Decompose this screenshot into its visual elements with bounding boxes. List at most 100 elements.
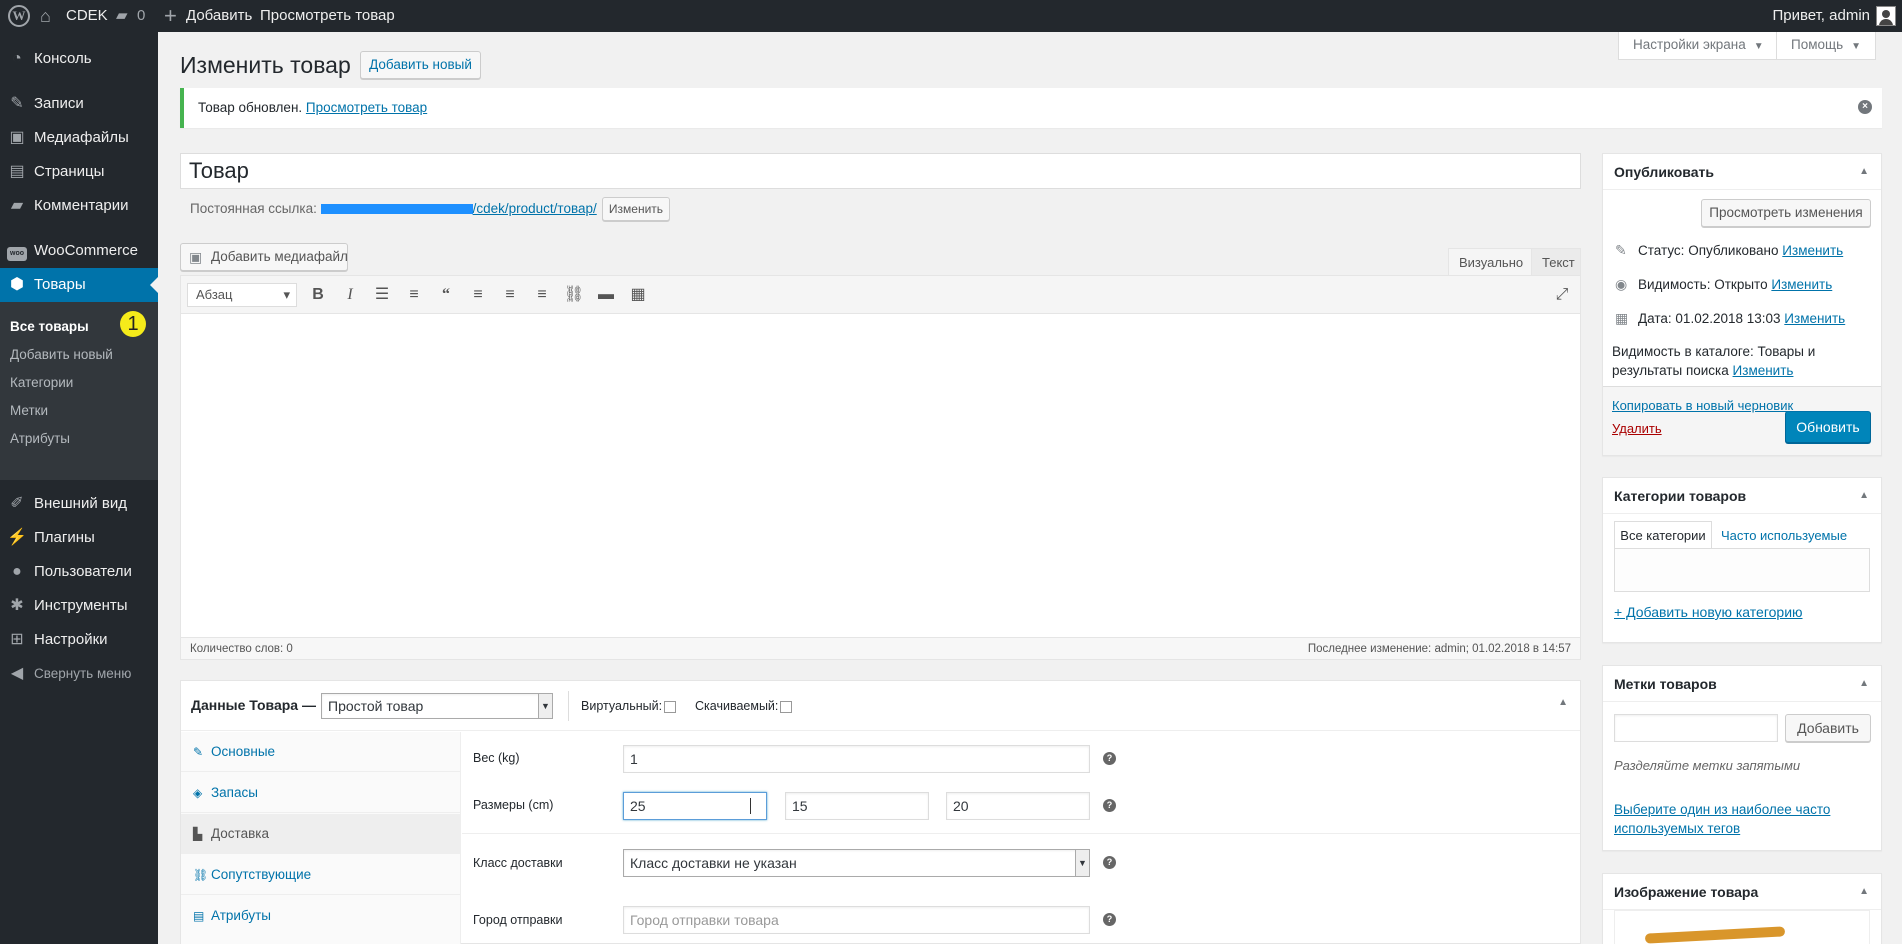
- sidebar-item-users[interactable]: ● Пользователи: [0, 555, 158, 589]
- submenu-categories[interactable]: Категории: [10, 375, 73, 390]
- tab-general[interactable]: ✎ Основные: [181, 732, 461, 772]
- collapse-toggle-icon[interactable]: ▲: [1859, 666, 1869, 702]
- toolbar-toggle-icon[interactable]: ▦: [627, 284, 649, 306]
- height-input[interactable]: 20: [946, 792, 1090, 820]
- choose-tags-link[interactable]: Выберите один из наиболее часто: [1614, 802, 1830, 817]
- collapse-toggle-icon[interactable]: ▲: [1859, 154, 1869, 190]
- user-greeting[interactable]: Привет, admin: [1772, 0, 1870, 32]
- tab-text[interactable]: Текст: [1531, 248, 1581, 276]
- sidebar-item-products[interactable]: ⬢ Товары: [0, 268, 158, 302]
- add-tag-button[interactable]: Добавить: [1785, 714, 1871, 742]
- sidebar-item-appearance[interactable]: ✐ Внешний вид: [0, 487, 158, 521]
- tab-shipping[interactable]: ▙ Доставка: [181, 814, 461, 854]
- collapse-toggle-icon[interactable]: ▲: [1859, 874, 1869, 910]
- collapse-menu-button[interactable]: ◀ Свернуть меню: [0, 657, 158, 691]
- align-center-icon[interactable]: ≡: [499, 284, 521, 306]
- tab-visual[interactable]: Визуально: [1448, 248, 1532, 276]
- edit-visibility-link[interactable]: Изменить: [1771, 277, 1832, 292]
- downloadable-checkbox[interactable]: [780, 700, 793, 713]
- edit-catalog-visibility-link[interactable]: Изменить: [1733, 363, 1794, 378]
- width-input[interactable]: 15: [785, 792, 929, 820]
- sidebar-item-plugins[interactable]: ⚡ Плагины: [0, 521, 158, 555]
- site-name-link[interactable]: CDEK: [66, 0, 108, 32]
- notice-view-link[interactable]: Просмотреть товар: [306, 100, 427, 115]
- product-image-box-title[interactable]: Изображение товара ▲: [1603, 874, 1881, 910]
- product-image-thumbnail[interactable]: [1614, 910, 1870, 944]
- collapse-toggle-icon[interactable]: ▲: [1558, 697, 1568, 708]
- tab-inventory[interactable]: ◈ Запасы: [181, 773, 461, 813]
- sidebar-item-settings[interactable]: ⊞ Настройки: [0, 623, 158, 657]
- downloadable-option[interactable]: Скачиваемый:: [695, 699, 793, 713]
- bullet-list-icon[interactable]: ☰: [371, 284, 393, 306]
- sidebar-item-media[interactable]: ▣ Медиафайлы: [0, 121, 158, 155]
- sidebar-item-label: Свернуть меню: [34, 666, 132, 681]
- sidebar-item-dashboard[interactable]: ◔ Консоль: [0, 42, 158, 76]
- edit-status-link[interactable]: Изменить: [1782, 243, 1843, 258]
- avatar[interactable]: [1876, 6, 1896, 26]
- delete-link[interactable]: Удалить: [1612, 421, 1662, 436]
- link-icon[interactable]: ⛓: [563, 284, 585, 306]
- submenu-tags[interactable]: Метки: [10, 403, 48, 418]
- origin-city-input[interactable]: Город отправки товара: [623, 906, 1090, 934]
- comment-icon[interactable]: ▰: [116, 0, 128, 32]
- virtual-checkbox[interactable]: [664, 700, 677, 713]
- help-icon[interactable]: ?: [1103, 752, 1116, 765]
- tags-box-title[interactable]: Метки товаров ▲: [1603, 666, 1881, 702]
- submenu-add-new[interactable]: Добавить новый: [10, 347, 113, 362]
- help-button[interactable]: Помощь ▼: [1776, 32, 1877, 60]
- add-media-button[interactable]: ▣ Добавить медиафайл: [180, 243, 348, 271]
- new-content-link[interactable]: Добавить: [186, 0, 252, 32]
- bold-icon[interactable]: B: [307, 284, 329, 306]
- preview-changes-button[interactable]: Просмотреть изменения: [1701, 199, 1871, 227]
- product-title-input[interactable]: Товар: [180, 153, 1581, 189]
- add-category-link[interactable]: + Добавить новую категорию: [1614, 604, 1803, 620]
- submenu-all-products[interactable]: Все товары: [10, 319, 89, 334]
- help-icon[interactable]: ?: [1103, 913, 1116, 926]
- dismiss-icon[interactable]: ×: [1858, 100, 1872, 114]
- length-input[interactable]: 25: [623, 792, 767, 820]
- categories-box-title[interactable]: Категории товаров ▲: [1603, 478, 1881, 514]
- shipping-class-select[interactable]: Класс доставки не указан ▼: [623, 849, 1090, 877]
- screen-options-button[interactable]: Настройки экрана ▼: [1618, 32, 1779, 60]
- home-icon[interactable]: ⌂: [40, 0, 58, 32]
- product-type-select[interactable]: Простой товар ▼: [321, 693, 553, 719]
- fullscreen-icon[interactable]: ⤢: [1551, 284, 1573, 306]
- submenu-attributes[interactable]: Атрибуты: [10, 431, 70, 446]
- add-new-product-button[interactable]: Добавить новый: [360, 51, 481, 79]
- numbered-list-icon[interactable]: ≡: [403, 284, 425, 306]
- tab-all-categories[interactable]: Все категории: [1614, 521, 1712, 549]
- align-right-icon[interactable]: ≡: [531, 284, 553, 306]
- tag-input[interactable]: [1614, 714, 1778, 742]
- help-label: Помощь: [1791, 37, 1844, 52]
- view-product-link[interactable]: Просмотреть товар: [260, 0, 395, 32]
- publish-box-title[interactable]: Опубликовать ▲: [1603, 154, 1881, 190]
- edit-date-link[interactable]: Изменить: [1784, 311, 1845, 326]
- tab-popular-categories[interactable]: Часто используемые: [1721, 528, 1847, 543]
- virtual-option[interactable]: Виртуальный:: [581, 699, 677, 713]
- comment-count[interactable]: 0: [137, 0, 145, 32]
- read-more-icon[interactable]: ▬: [595, 284, 617, 306]
- sidebar-item-posts[interactable]: ✎ Записи: [0, 87, 158, 121]
- choose-tags-link-2[interactable]: используемых тегов: [1614, 821, 1740, 836]
- italic-icon[interactable]: I: [339, 284, 361, 306]
- category-checklist[interactable]: [1614, 548, 1870, 592]
- sidebar-item-pages[interactable]: ▤ Страницы: [0, 155, 158, 189]
- sidebar-item-woocommerce[interactable]: woo WooCommerce: [0, 234, 158, 268]
- align-left-icon[interactable]: ≡: [467, 284, 489, 306]
- sidebar-item-comments[interactable]: ▰ Комментарии: [0, 189, 158, 223]
- update-button[interactable]: Обновить: [1785, 411, 1871, 443]
- copy-to-draft-link[interactable]: Копировать в новый черновик: [1612, 398, 1793, 413]
- sidebar-item-tools[interactable]: ✱ Инструменты: [0, 589, 158, 623]
- plus-icon[interactable]: +: [164, 0, 177, 32]
- permalink-slug-link[interactable]: /cdek/product/товар/: [473, 201, 597, 216]
- edit-permalink-button[interactable]: Изменить: [602, 197, 670, 221]
- blockquote-icon[interactable]: “: [435, 284, 457, 306]
- collapse-toggle-icon[interactable]: ▲: [1859, 478, 1869, 514]
- format-select[interactable]: Абзац: [187, 283, 297, 307]
- help-icon[interactable]: ?: [1103, 856, 1116, 869]
- tab-linked-products[interactable]: ⛓ Сопутствующие: [181, 855, 461, 895]
- weight-input[interactable]: 1: [623, 745, 1090, 773]
- wordpress-logo-icon[interactable]: W: [8, 5, 30, 27]
- tab-attributes[interactable]: ▤ Атрибуты: [181, 896, 461, 936]
- help-icon[interactable]: ?: [1103, 799, 1116, 812]
